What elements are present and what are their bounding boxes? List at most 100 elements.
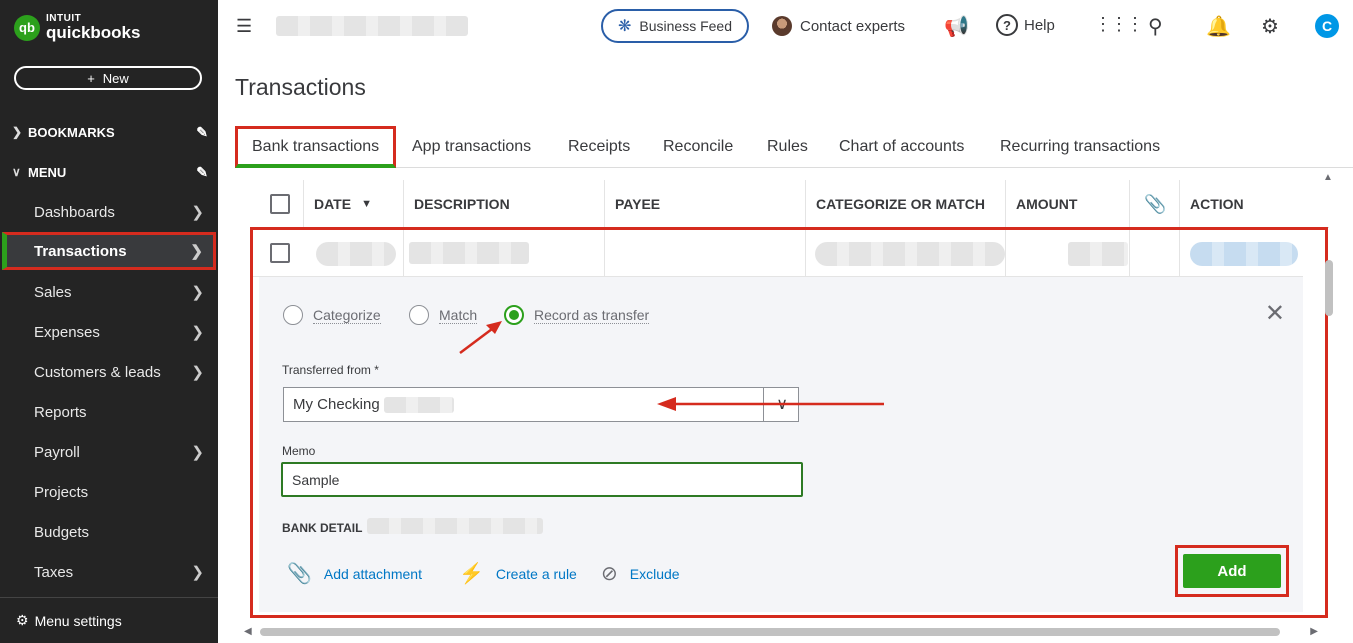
quickbooks-logo[interactable]: qb INTUIT quickbooks	[14, 14, 140, 41]
gear-icon: ⚙	[16, 612, 29, 628]
new-button-label: New	[102, 70, 129, 86]
chevron-right-icon: ❯	[191, 444, 204, 461]
company-name-redacted	[276, 16, 468, 36]
sidebar-item-transactions[interactable]: Transactions ❯	[2, 232, 216, 270]
horizontal-scroll-thumb[interactable]	[260, 628, 1280, 636]
add-attachment-label: Add attachment	[323, 565, 422, 582]
close-icon[interactable]: ✕	[1265, 299, 1285, 328]
select-all-cell	[250, 180, 303, 228]
chevron-right-icon: ❯	[191, 564, 204, 581]
new-button[interactable]: + New	[14, 66, 202, 90]
tab-reconcile[interactable]: Reconcile	[663, 126, 733, 168]
logo-quickbooks-text: quickbooks	[46, 23, 141, 42]
sidebar-item-label: Reports	[34, 403, 87, 421]
column-amount[interactable]: AMOUNT	[1005, 180, 1129, 228]
apps-grid-icon[interactable]: ⋮⋮⋮	[1094, 14, 1144, 35]
pencil-icon[interactable]: ✎	[196, 124, 208, 141]
column-date-label: DATE	[314, 196, 352, 212]
date-redacted	[316, 242, 396, 266]
column-action[interactable]: ACTION	[1179, 180, 1329, 228]
tab-app-transactions[interactable]: App transactions	[412, 126, 531, 168]
radio-circle	[283, 305, 303, 325]
add-button-highlight: Add	[1175, 545, 1289, 597]
add-button[interactable]: Add	[1183, 554, 1281, 588]
transferred-from-label: Transferred from *	[282, 363, 379, 377]
expanded-transaction: Categorize Match Record as transfer ✕ Tr…	[250, 227, 1328, 618]
column-description[interactable]: DESCRIPTION	[403, 180, 604, 228]
column-attachment: 📎	[1129, 180, 1179, 228]
exclude-link[interactable]: ⊘ Exclude	[601, 561, 680, 586]
paperclip-icon: 📎	[1144, 193, 1167, 214]
menu-settings[interactable]: ⚙ Menu settings	[0, 597, 218, 643]
description-redacted	[409, 242, 529, 264]
help-icon: ?	[996, 14, 1018, 36]
tab-bank-transactions[interactable]: Bank transactions	[235, 126, 397, 168]
sidebar-item-budgets[interactable]: Budgets	[4, 513, 214, 551]
add-attachment-link[interactable]: 📎 Add attachment	[287, 561, 422, 586]
lightning-icon: ⚡	[459, 563, 484, 585]
business-feed-label: Business Feed	[639, 18, 732, 34]
chevron-right-icon: ❯	[191, 284, 204, 301]
create-rule-link[interactable]: ⚡ Create a rule	[459, 561, 577, 586]
sidebar-item-taxes[interactable]: Taxes ❯	[4, 553, 214, 591]
vertical-scrollbar[interactable]: ▲	[1321, 172, 1335, 632]
row-checkbox[interactable]	[270, 243, 290, 263]
radio-record-as-transfer[interactable]: Record as transfer	[504, 305, 650, 325]
radio-match[interactable]: Match	[409, 305, 478, 325]
sidebar-item-label: Customers & leads	[34, 363, 161, 381]
vertical-scroll-thumb[interactable]	[1325, 260, 1333, 316]
column-date[interactable]: DATE ▼	[303, 180, 403, 228]
business-feed-button[interactable]: ❋ Business Feed	[601, 9, 749, 43]
sidebar-item-label: Payroll	[34, 443, 80, 461]
chevron-down-icon[interactable]: ∨	[776, 394, 788, 414]
bookmarks-label: BOOKMARKS	[28, 124, 115, 140]
chevron-right-icon: ❯	[190, 243, 203, 260]
select-all-checkbox[interactable]	[270, 194, 290, 214]
help-button[interactable]: ? Help	[996, 14, 1055, 36]
sidebar-item-label: Budgets	[34, 523, 90, 541]
bookmarks-section[interactable]: ❯ BOOKMARKS ✎	[12, 121, 208, 143]
sidebar-item-projects[interactable]: Projects	[4, 473, 214, 511]
tab-receipts[interactable]: Receipts	[568, 126, 630, 168]
sidebar: qb INTUIT quickbooks + New ❯ BOOKMARKS ✎…	[0, 0, 218, 643]
action-redacted[interactable]	[1190, 242, 1298, 266]
scroll-right-icon[interactable]: ▶	[1310, 626, 1318, 637]
user-avatar[interactable]: C	[1315, 14, 1339, 38]
announcement-icon[interactable]: 📢	[944, 14, 969, 39]
sidebar-item-customers-leads[interactable]: Customers & leads ❯	[4, 353, 214, 391]
tab-recurring-transactions[interactable]: Recurring transactions	[1000, 126, 1160, 168]
sidebar-item-sales[interactable]: Sales ❯	[4, 273, 214, 311]
transactions-tabs: Bank transactions App transactions Recei…	[235, 126, 1353, 168]
prohibited-icon: ⊘	[601, 563, 618, 585]
bank-detail-label: BANK DETAIL	[282, 521, 363, 535]
collapse-menu-icon[interactable]: ☰	[236, 16, 252, 37]
search-icon[interactable]: ⚲	[1148, 14, 1163, 39]
scroll-left-icon[interactable]: ◀	[244, 626, 252, 637]
chevron-right-icon: ❯	[191, 324, 204, 341]
column-categorize-or-match[interactable]: CATEGORIZE OR MATCH	[805, 180, 1006, 228]
contact-experts-link[interactable]: Contact experts	[772, 16, 905, 36]
sidebar-item-payroll[interactable]: Payroll ❯	[4, 433, 214, 471]
sidebar-item-label: Dashboards	[34, 203, 115, 221]
gear-icon[interactable]: ⚙	[1261, 14, 1279, 39]
sidebar-item-label: Taxes	[34, 563, 74, 581]
sidebar-item-reports[interactable]: Reports	[4, 393, 214, 431]
bell-icon[interactable]: 🔔	[1206, 14, 1231, 39]
tab-rules[interactable]: Rules	[767, 126, 808, 168]
memo-input[interactable]	[281, 462, 803, 497]
sidebar-item-expenses[interactable]: Expenses ❯	[4, 313, 214, 351]
sidebar-item-dashboards[interactable]: Dashboards ❯	[4, 193, 214, 231]
transferred-from-select[interactable]: My Checking ∨	[283, 387, 799, 422]
column-payee[interactable]: PAYEE	[604, 180, 805, 228]
radio-categorize[interactable]: Categorize	[283, 305, 381, 325]
table-row[interactable]	[253, 230, 1303, 277]
menu-section[interactable]: ∨ MENU ✎	[12, 161, 208, 183]
scroll-up-icon[interactable]: ▲	[1323, 172, 1333, 183]
memo-label: Memo	[282, 444, 316, 458]
horizontal-scrollbar[interactable]: ◀ ▶	[244, 624, 1318, 640]
pencil-icon[interactable]: ✎	[196, 164, 208, 181]
help-label: Help	[1024, 16, 1055, 34]
category-redacted	[815, 242, 1005, 266]
tab-chart-of-accounts[interactable]: Chart of accounts	[839, 126, 964, 168]
expert-avatar	[772, 16, 792, 36]
